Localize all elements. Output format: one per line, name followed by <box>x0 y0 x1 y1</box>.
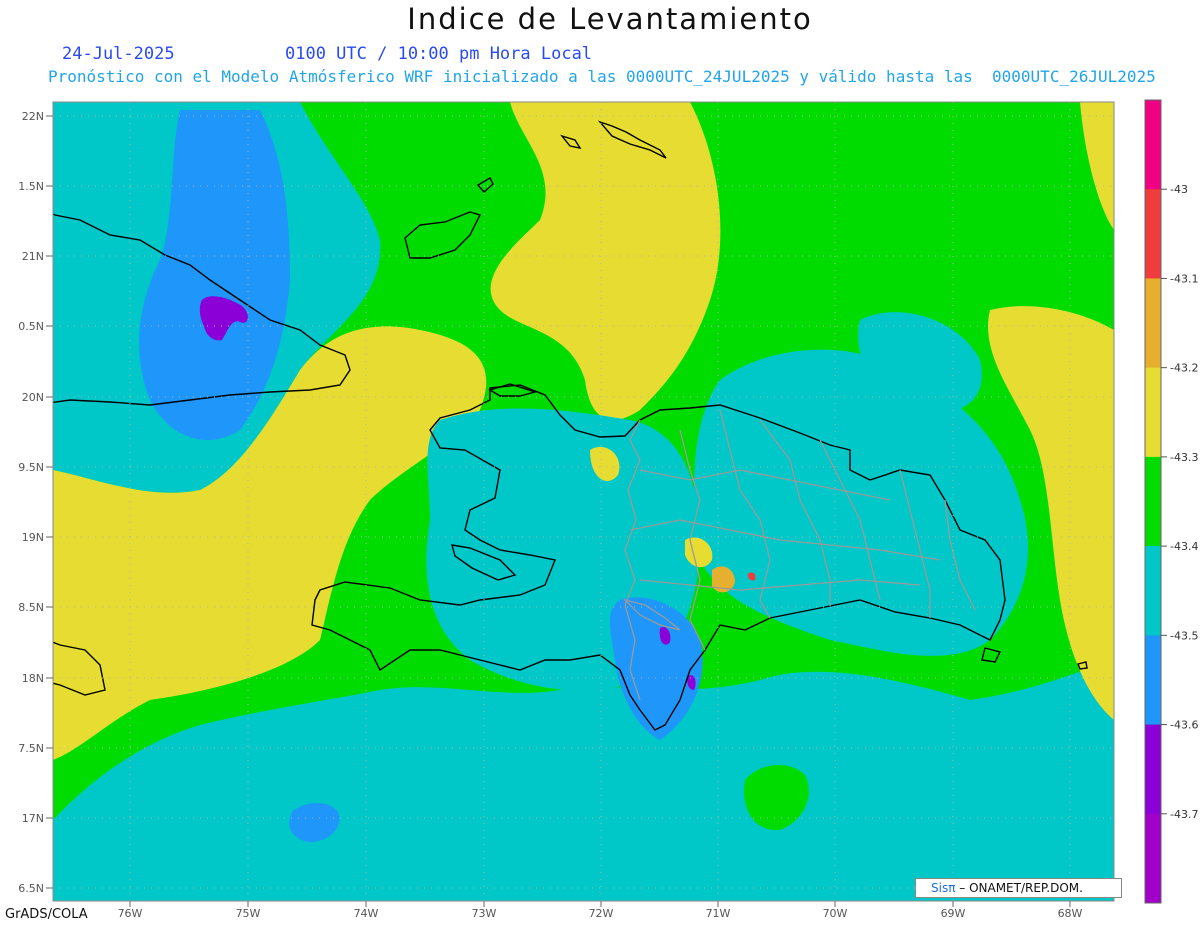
lat-tick-label: 18N <box>22 672 44 685</box>
colorbar-swatch <box>1145 456 1161 547</box>
lon-tick-label: 72W <box>589 907 614 920</box>
colorbar-label: -43 <box>1170 183 1188 196</box>
colorbar-swatch <box>1145 100 1161 190</box>
colorbar-label: -43.1 <box>1170 272 1198 285</box>
lat-tick-label: 7.5N <box>18 742 44 755</box>
colorbar-swatch <box>1145 813 1161 904</box>
lon-tick-label: 69W <box>941 907 966 920</box>
colorbar-swatch <box>1145 546 1161 636</box>
lifted-index-map: 22N 1.5N 21N 0.5N 20N 9.5N 19N 8.5N 18N 7.5N 17N 6.… <box>18 99 1198 920</box>
lat-tick-label: 8.5N <box>18 601 44 614</box>
latitude-axis: 22N 1.5N 21N 0.5N 20N 9.5N 19N 8.5N 18N 7.5N 17N 6.… <box>18 110 53 895</box>
shaded-field <box>53 102 1114 901</box>
colorbar-swatch <box>1145 367 1161 458</box>
sispi-logo: Sisπ <box>931 881 956 895</box>
lon-tick-label: 73W <box>472 907 497 920</box>
credit-box: Sisπ – ONAMET/REP.DOM. <box>915 878 1122 898</box>
colorbar-label: -43.4 <box>1170 540 1198 553</box>
colorbar-label: -43.6 <box>1170 719 1198 732</box>
lon-tick-label: 76W <box>118 907 143 920</box>
lon-tick-label: 71W <box>706 907 731 920</box>
longitude-axis: 76W 75W 74W 73W 72W 71W 70W 69W 68W <box>118 901 1083 920</box>
credit-org: – ONAMET/REP.DOM. <box>955 881 1083 895</box>
lat-tick-label: 1.5N <box>18 180 44 193</box>
colorbar-label: -43.3 <box>1170 451 1198 464</box>
lat-tick-label: 6.5N <box>18 882 44 895</box>
colorbar-swatch <box>1145 189 1161 279</box>
lat-tick-label: 0.5N <box>18 320 44 333</box>
colorbar-label: -43.2 <box>1170 362 1198 375</box>
lon-tick-label: 75W <box>236 907 261 920</box>
lat-tick-label: 17N <box>22 812 44 825</box>
lat-tick-label: 20N <box>22 391 44 404</box>
colorbar: -43 -43.1 -43.2 -43.3 -43.4 -43.5 -43.6 -43.7 <box>1144 99 1198 904</box>
lon-tick-label: 70W <box>823 907 848 920</box>
lat-tick-label: 22N <box>22 110 44 123</box>
colorbar-swatch <box>1145 278 1161 369</box>
colorbar-label: -43.7 <box>1170 808 1198 821</box>
lat-tick-label: 21N <box>22 250 44 263</box>
colorbar-label: -43.5 <box>1170 629 1198 642</box>
lat-tick-label: 19N <box>22 531 44 544</box>
lat-tick-label: 9.5N <box>18 461 44 474</box>
software-credit: GrADS/COLA <box>5 907 88 922</box>
lon-tick-label: 68W <box>1058 907 1083 920</box>
lon-tick-label: 74W <box>354 907 379 920</box>
colorbar-swatch <box>1145 724 1161 815</box>
colorbar-swatch <box>1145 635 1161 726</box>
